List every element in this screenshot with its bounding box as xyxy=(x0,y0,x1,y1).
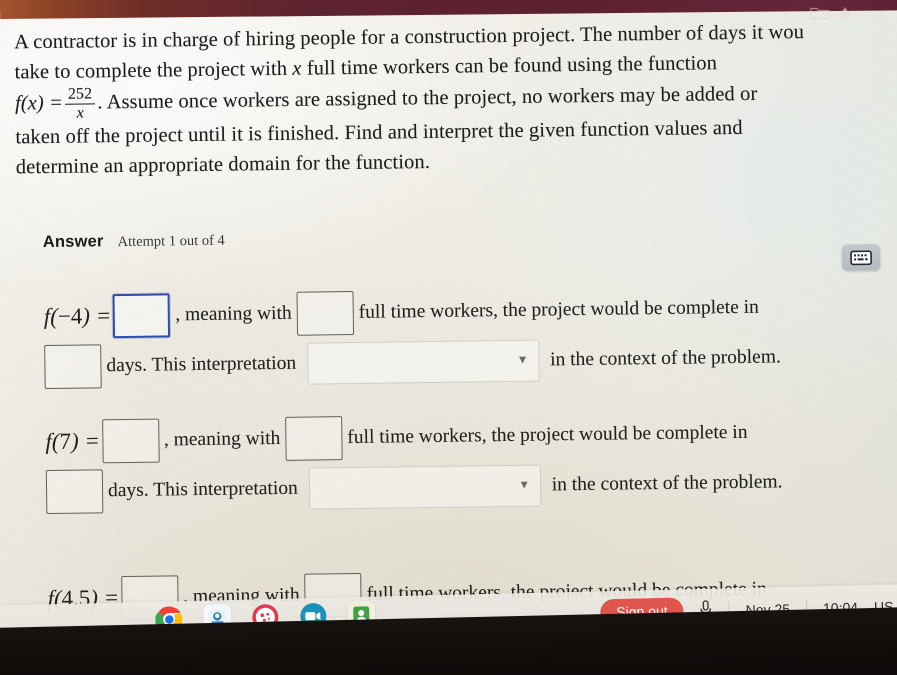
workers-input-f-minus-4[interactable] xyxy=(296,290,354,336)
answer-row-f-minus-4: f(−4) = , meaning with full time workers… xyxy=(44,285,787,390)
folder-icon[interactable] xyxy=(809,5,867,21)
screen-content: A contractor is in charge of hiring peop… xyxy=(0,0,897,675)
mid-text: full time workers, the project would be … xyxy=(358,296,759,323)
interpretation-select-f-7[interactable]: ▾ xyxy=(308,464,542,510)
chevron-down-icon: ▾ xyxy=(519,352,527,368)
days-input-f-7[interactable] xyxy=(45,469,104,515)
function-definition-label: f(x) = xyxy=(14,92,64,115)
tail-text: in the context of the problem. xyxy=(551,471,783,496)
fraction-252-over-x: 252 x xyxy=(65,86,96,122)
answer-label: Answer xyxy=(42,232,104,252)
function-call-label: f(−4) = xyxy=(43,302,112,329)
answer-row-line-2: days. This interpretation ▾ in the conte… xyxy=(45,460,788,515)
answer-row-line-2: days. This interpretation ▾ in the conte… xyxy=(44,335,786,390)
tail-text: in the context of the problem. xyxy=(549,346,781,371)
answer-row-line-1: f(7) = , meaning with full time workers,… xyxy=(45,410,787,464)
days-input-f-minus-4[interactable] xyxy=(44,344,102,390)
after-value-text: , meaning with xyxy=(163,427,281,451)
screen-bezel-right xyxy=(863,0,897,675)
days-text: days. This interpretation xyxy=(107,477,298,502)
answer-row-f-7: f(7) = , meaning with full time workers,… xyxy=(45,410,788,515)
value-input-f-minus-4[interactable] xyxy=(112,293,171,339)
variable-x: x xyxy=(292,57,302,80)
attempt-counter: Attempt 1 out of 4 xyxy=(117,232,225,251)
value-input-f-7[interactable] xyxy=(101,418,160,464)
after-value-text: , meaning with xyxy=(175,302,292,326)
workers-input-f-7[interactable] xyxy=(285,416,343,461)
answer-row-line-1: f(−4) = , meaning with full time workers… xyxy=(44,285,786,339)
answer-header: Answer Attempt 1 out of 4 xyxy=(43,231,225,252)
days-text: days. This interpretation xyxy=(106,352,297,377)
interpretation-select-f-minus-4[interactable]: ▾ xyxy=(306,339,540,385)
problem-statement: A contractor is in charge of hiring peop… xyxy=(14,16,897,183)
mid-text: full time workers, the project would be … xyxy=(347,421,748,448)
photographed-chromebook-screen: A contractor is in charge of hiring peop… xyxy=(0,0,897,675)
function-call-label: f(7) = xyxy=(45,427,101,454)
chevron-down-icon: ▾ xyxy=(520,477,528,493)
